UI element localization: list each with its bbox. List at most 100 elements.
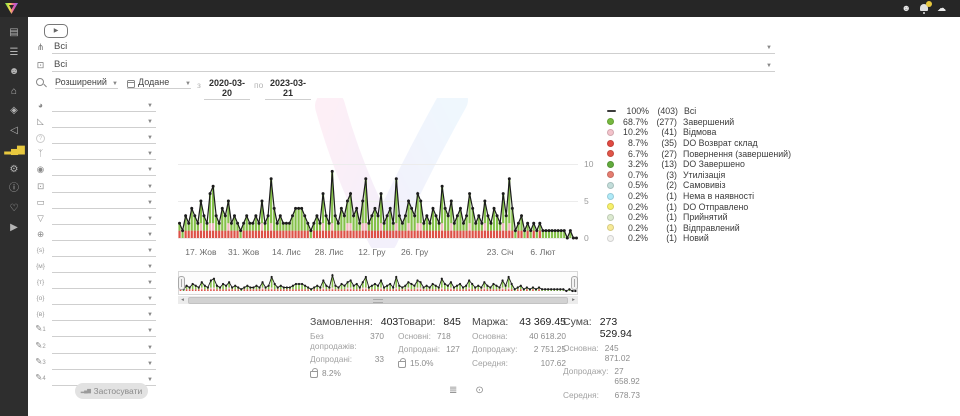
legend-item[interactable]: 0.2%(1)Прийнятий [607,212,791,223]
date-field-select[interactable]: Додане ▼ [127,77,191,89]
var-s-filter-input[interactable]: ▼ [52,244,156,257]
dropdown-caret-icon[interactable]: ▼ [147,296,153,302]
dropdown-caret-icon[interactable]: ▼ [766,63,772,69]
legend-item[interactable]: 100%(403)Всі [607,106,791,117]
pencil-2-filter-input[interactable]: ▼ [52,341,156,354]
chart-scrollbar[interactable]: ◂ ▸ [178,296,578,304]
sidebar-item-support-icon[interactable]: ♡ [0,199,28,219]
main-chart[interactable] [178,105,578,240]
dropdown-caret-icon[interactable]: ▼ [147,184,153,190]
dropdown-caret-icon[interactable]: ▼ [766,45,772,51]
date-to-input[interactable]: 2023-03-21 [265,78,311,100]
legend-item[interactable]: 0.5%(2)Самовивіз [607,180,791,191]
pencil-1-filter-input[interactable]: ▼ [52,324,156,337]
var-v-filter-input[interactable]: ▼ [52,308,156,321]
stat-title-value: 43 369.45 [519,316,566,328]
legend-percent: 100% [615,106,649,116]
legend-item[interactable]: 6.7%(27)Повернення (завершений) [607,148,791,159]
pencil-2-icon: ✎2 [34,339,47,354]
apply-button[interactable]: ▂▄▆ Застосувати [75,383,148,399]
legend-item[interactable]: 0.2%(1)DO Отправлено [607,201,791,212]
legend-percent: 6.7% [614,149,648,159]
dropdown-caret-icon[interactable]: ▼ [147,167,153,173]
legend-percent: 10.2% [614,127,648,137]
level-filter-input[interactable]: ▼ [52,115,156,128]
pencil-3-filter-input[interactable]: ▼ [52,357,156,370]
dropdown-caret-icon[interactable]: ▼ [147,232,153,238]
legend-item[interactable]: 68.7%(277)Завершений [607,117,791,128]
banknote-icon: ▭ [34,196,47,209]
dropdown-caret-icon[interactable]: ▼ [147,200,153,206]
sidebar-item-store-icon[interactable]: ⌂ [0,82,28,102]
planet-filter-input[interactable]: ▼ [52,99,156,112]
chart-navigator[interactable] [178,271,578,295]
legend-item[interactable]: 8.7%(35)DO Возврат склад [607,138,791,149]
dropdown-caret-icon[interactable]: ▼ [147,361,153,367]
legend-item[interactable]: 0.7%(3)Утилізація [607,170,791,181]
fingerprint-filter-input[interactable]: ▼ [52,163,156,176]
dropdown-caret-icon[interactable]: ▼ [147,264,153,270]
stat-sub-label: Середня: [472,358,508,368]
stat-sub-row: Допродані:127 [398,344,450,354]
search-mode-select[interactable]: Розширений ▼ [55,77,118,89]
stat-sub-row: Без допродажів:370 [310,331,384,351]
date-from-input[interactable]: 2020-03-20 [204,78,250,100]
var-o-filter-input[interactable]: ▼ [52,292,156,305]
scroll-right-icon[interactable]: ▸ [569,296,578,304]
products-view-icon[interactable]: ⊙ [475,385,483,396]
help-filter-input[interactable]: ▼ [52,131,156,144]
legend-percent: 3.2% [614,159,648,169]
legend-count: (2) [648,180,677,190]
account-cloud-icon[interactable]: ☁ [937,4,946,13]
sidebar-item-settings-icon[interactable]: ⚙ [0,160,28,180]
sidebar-item-info-icon[interactable]: ⓘ [0,179,28,199]
dropdown-caret-icon[interactable]: ▼ [147,248,153,254]
banknote-filter-input[interactable]: ▼ [52,196,156,209]
globe-icon: ⊕ [34,228,47,241]
legend-item[interactable]: 0.2%(1)Відправлений [607,223,791,234]
legend-percent: 0.2% [614,202,648,212]
level-icon: ◺ [34,115,47,128]
scroll-left-icon[interactable]: ◂ [178,296,187,304]
sidebar-item-orders-list-icon[interactable]: ☰ [0,43,28,63]
dropdown-caret-icon[interactable]: ▼ [147,345,153,351]
funnel-filter-input[interactable]: ▼ [52,212,156,225]
var-m-filter-input[interactable]: ▼ [52,260,156,273]
video-help-button[interactable]: ▶ [44,24,68,38]
notifications-bell-icon[interactable] [920,4,928,13]
stat-sub-value: 127 [446,344,460,354]
legend-item[interactable]: 0.2%(1)Нема в наявності [607,191,791,202]
sidebar-item-clients-icon[interactable]: ☻ [0,62,28,82]
sidebar-item-announcements-icon[interactable]: ◁ [0,121,28,141]
legend-item[interactable]: 3.2%(13)DO Завершено [607,159,791,170]
legend-item[interactable]: 0.2%(1)Новий [607,233,791,244]
app-logo[interactable] [4,2,19,15]
stats-column: Маржа:43 369.45Основна:40 618.20Допродаж… [472,316,566,368]
dropdown-caret-icon[interactable]: ▼ [147,312,153,318]
category-filter-input[interactable]: Всі ▼ [52,41,775,54]
scrollbar-thumb[interactable] [188,297,568,304]
dropdown-caret-icon[interactable]: ▼ [147,328,153,334]
navigator-left-handle[interactable] [178,276,185,290]
globe-filter-input[interactable]: ▼ [52,228,156,241]
navigator-right-handle[interactable] [571,276,578,290]
dropdown-caret-icon[interactable]: ▼ [147,103,153,109]
orders-view-icon[interactable]: ≣ [449,385,457,396]
profile-icon[interactable]: ☻ [902,4,911,13]
sidebar-item-video-guide-icon[interactable]: ▶ [0,218,28,238]
network-filter-input[interactable]: ▼ [52,147,156,160]
legend-item[interactable]: 10.2%(41)Відмова [607,127,791,138]
product-filter-input[interactable]: Всі ▼ [52,59,775,72]
sidebar-item-dashboard-icon[interactable]: ▤ [0,23,28,43]
dropdown-caret-icon[interactable]: ▼ [147,151,153,157]
dropdown-caret-icon[interactable]: ▼ [147,135,153,141]
sidebar-item-tags-icon[interactable]: ◈ [0,101,28,121]
sidebar-item-analytics-icon[interactable]: ▂▄▆ [0,140,28,160]
var-t-filter-input[interactable]: ▼ [52,276,156,289]
dropdown-caret-icon[interactable]: ▼ [147,216,153,222]
package-filter-input[interactable]: ▼ [52,180,156,193]
dropdown-caret-icon[interactable]: ▼ [147,377,153,383]
dropdown-caret-icon[interactable]: ▼ [147,280,153,286]
stat-sub-label: Допродані: [398,344,440,354]
dropdown-caret-icon[interactable]: ▼ [147,119,153,125]
